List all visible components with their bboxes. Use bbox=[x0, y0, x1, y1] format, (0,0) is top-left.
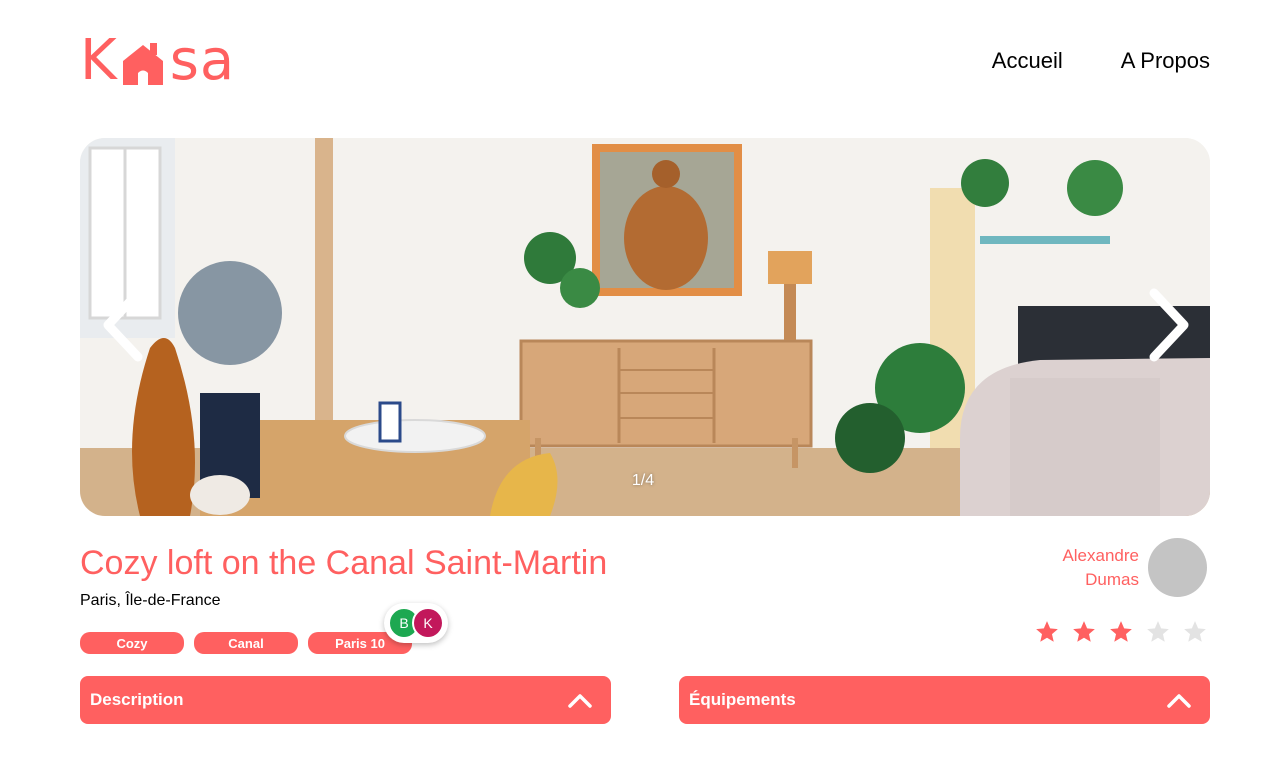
description-collapse[interactable]: Description bbox=[80, 676, 611, 724]
collapse-label: Équipements bbox=[689, 690, 796, 709]
listing-location: Paris, Île-de-France bbox=[80, 592, 221, 609]
rating-stars bbox=[1034, 619, 1208, 645]
star-filled-icon bbox=[1110, 621, 1132, 642]
chevron-up-icon bbox=[568, 694, 592, 708]
chevron-up-icon bbox=[1167, 694, 1191, 708]
tag-list: Cozy Canal Paris 10 bbox=[80, 632, 412, 654]
tag-badge: Canal bbox=[194, 632, 298, 654]
host-name: Alexandre Dumas bbox=[1062, 544, 1139, 592]
nav-link-accueil[interactable]: Accueil bbox=[992, 48, 1063, 74]
star-empty-icon bbox=[1184, 621, 1206, 642]
logo-letters-sa: sa bbox=[169, 28, 236, 93]
kasa-logo[interactable]: K sa bbox=[80, 28, 235, 94]
carousel-counter: 1/4 bbox=[631, 472, 655, 489]
collapse-label: Description bbox=[90, 690, 184, 709]
main-nav: Accueil A Propos bbox=[992, 48, 1210, 74]
carousel-prev-button[interactable] bbox=[92, 285, 152, 365]
avatar: K bbox=[412, 607, 444, 639]
house-icon bbox=[122, 43, 163, 85]
equipments-collapse[interactable]: Équipements bbox=[679, 676, 1210, 724]
host-avatar bbox=[1148, 538, 1207, 597]
nav-link-a-propos[interactable]: A Propos bbox=[1121, 48, 1210, 74]
tag-badge: Cozy bbox=[80, 632, 184, 654]
host-first-name: Alexandre bbox=[1062, 546, 1139, 565]
listing-title: Cozy loft on the Canal Saint-Martin bbox=[80, 544, 608, 582]
star-filled-icon bbox=[1073, 621, 1095, 642]
collaborator-avatars[interactable]: B K bbox=[384, 603, 448, 643]
listing-photo bbox=[80, 138, 1210, 516]
image-carousel bbox=[80, 138, 1210, 516]
star-empty-icon bbox=[1147, 621, 1169, 642]
carousel-next-button[interactable] bbox=[1140, 285, 1200, 365]
star-filled-icon bbox=[1036, 621, 1058, 642]
host-last-name: Dumas bbox=[1085, 570, 1139, 589]
logo-letter-k: K bbox=[80, 28, 118, 93]
